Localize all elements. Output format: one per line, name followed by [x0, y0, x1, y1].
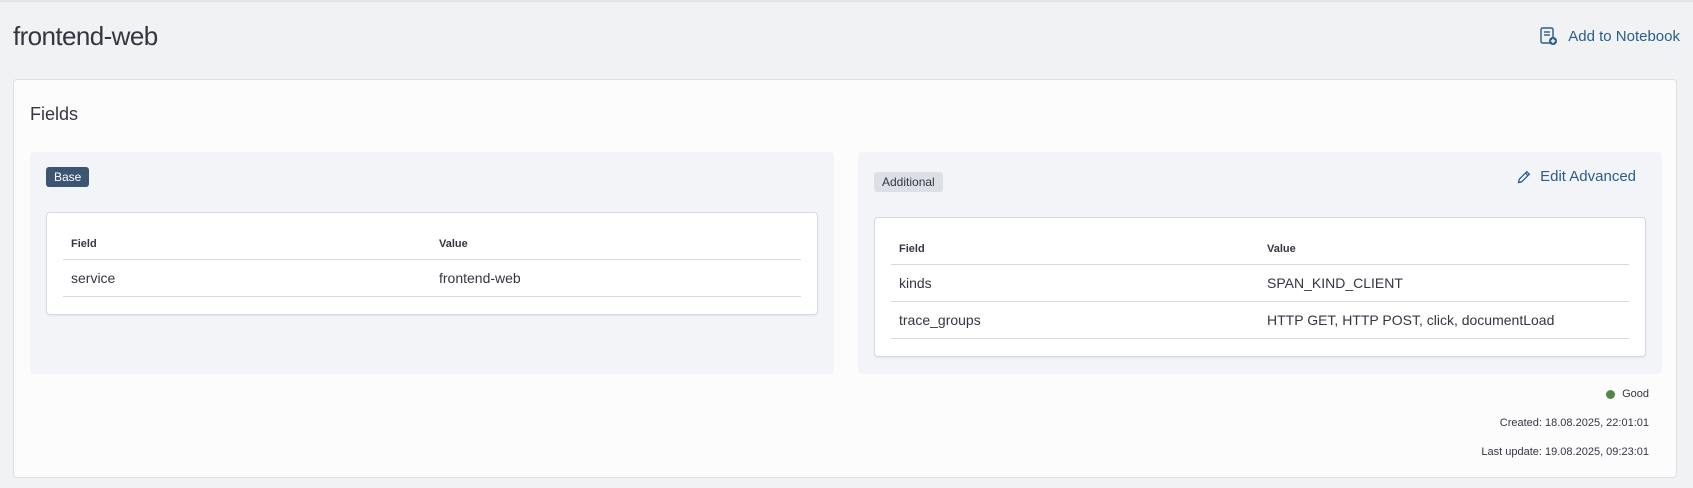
value-cell: SPAN_KIND_CLIENT — [1259, 264, 1629, 302]
column-header-field[interactable]: Field — [891, 234, 1259, 265]
table-row: service frontend-web — [63, 259, 801, 297]
field-cell: trace_groups — [891, 301, 1259, 339]
additional-badge: Additional — [874, 172, 943, 192]
page-title: frontend-web — [13, 20, 158, 51]
fields-panel: Fields Base Field Value service frontend… — [13, 79, 1677, 478]
status-dot-icon — [1606, 389, 1616, 399]
field-cell: service — [63, 259, 431, 297]
column-header-value[interactable]: Value — [1259, 234, 1629, 265]
additional-fields-table-card: Field Value kinds SPAN_KIND_CLIENT trace… — [874, 217, 1646, 357]
column-header-value[interactable]: Value — [431, 229, 801, 260]
field-cell: kinds — [891, 264, 1259, 302]
base-fields-table: Field Value service frontend-web — [63, 229, 801, 297]
table-header-row: Field Value — [891, 234, 1629, 265]
health-status: Good — [1606, 388, 1649, 400]
value-cell: frontend-web — [431, 259, 801, 297]
last-update-timestamp: Last update: 19.08.2025, 09:23:01 — [1481, 446, 1649, 458]
top-divider — [0, 0, 1693, 2]
edit-advanced-label: Edit Advanced — [1540, 168, 1636, 185]
add-to-notebook-button[interactable]: Add to Notebook — [1538, 26, 1680, 46]
page-header: frontend-web Add to Notebook — [13, 18, 1683, 54]
base-fields-section: Base Field Value service frontend-web — [30, 152, 834, 374]
status-label: Good — [1622, 388, 1649, 400]
created-timestamp: Created: 18.08.2025, 22:01:01 — [1499, 417, 1649, 429]
notebook-add-icon — [1538, 26, 1558, 46]
edit-advanced-button[interactable]: Edit Advanced — [1516, 168, 1636, 185]
table-row: trace_groups HTTP GET, HTTP POST, click,… — [891, 301, 1629, 339]
base-badge: Base — [46, 167, 90, 187]
column-header-field[interactable]: Field — [63, 229, 431, 260]
base-fields-table-card: Field Value service frontend-web — [46, 212, 818, 315]
fields-panel-title: Fields — [30, 104, 79, 124]
table-row: kinds SPAN_KIND_CLIENT — [891, 264, 1629, 302]
add-to-notebook-label: Add to Notebook — [1568, 27, 1680, 45]
additional-fields-section: Additional Edit Advanced Field Value kin… — [858, 152, 1662, 374]
value-cell: HTTP GET, HTTP POST, click, documentLoad — [1259, 301, 1629, 339]
table-header-row: Field Value — [63, 229, 801, 260]
additional-fields-table: Field Value kinds SPAN_KIND_CLIENT trace… — [891, 234, 1629, 339]
pencil-icon — [1516, 169, 1532, 185]
